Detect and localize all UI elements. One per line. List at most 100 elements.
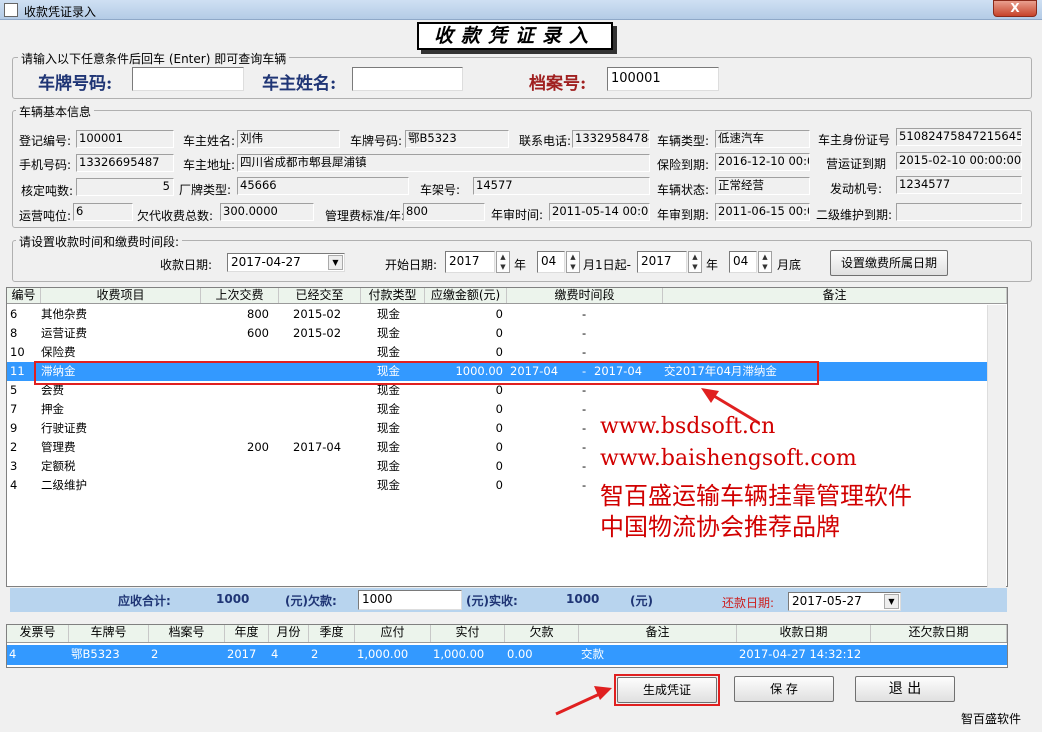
end-month-spinner[interactable]: ▲ ▼ (758, 251, 772, 273)
col-owe[interactable]: 欠款 (505, 625, 579, 642)
item-no: 6 (10, 307, 18, 321)
year-label-2: 年 (706, 258, 719, 272)
start-date-label: 开始日期: (385, 258, 438, 272)
plate-search-input[interactable] (132, 67, 244, 91)
item-due: 0 (495, 326, 503, 340)
item-paid-to: 2017-04 (293, 440, 342, 454)
save-button[interactable]: 保 存 (734, 676, 834, 702)
item-name: 行驶证费 (41, 421, 87, 435)
col-actual[interactable]: 实付 (431, 625, 505, 642)
item-due: 0 (495, 421, 503, 435)
annotation-box (614, 674, 720, 706)
col-plate[interactable]: 车牌号 (69, 625, 149, 642)
owe-input[interactable]: 1000 (358, 590, 462, 610)
archive-search-input[interactable]: 100001 (607, 67, 719, 91)
table-row[interactable]: 4 鄂B5323 2 2017 4 2 1,000.00 1,000.00 0.00 交款 2017… (7, 645, 1007, 665)
table-row[interactable]: 7 押金 现金 0 - (7, 400, 987, 419)
item-period-sep: - (582, 307, 587, 321)
col-paid-to[interactable]: 已经交至 (279, 288, 361, 303)
start-month-input[interactable]: 04 (537, 251, 565, 273)
col-payable[interactable]: 应付 (355, 625, 431, 642)
item-no: 2 (10, 440, 18, 454)
item-pay-type: 现金 (377, 326, 400, 340)
col-invoice[interactable]: 发票号 (7, 625, 69, 642)
fee-items-scrollbar[interactable] (987, 305, 1006, 587)
item-pay-type: 现金 (377, 402, 400, 416)
receipts-grid[interactable]: 发票号 车牌号 档案号 年度 月份 季度 应付 实付 欠款 备注 收款日期 还欠… (6, 624, 1008, 668)
rc-month: 4 (271, 647, 279, 661)
item-period-sep: - (582, 402, 587, 416)
rc-plate: 鄂B5323 (71, 647, 120, 661)
col-quarter[interactable]: 季度 (309, 625, 355, 642)
owner-id-field: 510824758472156455 (896, 128, 1022, 146)
page-banner: 收款凭证录入 (417, 22, 613, 50)
close-button[interactable]: X (993, 0, 1037, 17)
item-due: 0 (495, 440, 503, 454)
insurance-expiry-field: 2016-12-10 00:00 (715, 153, 810, 171)
item-paid-to: 2015-02 (293, 307, 342, 321)
fee-items-grid[interactable]: 编号 收费项目 上次交费 已经交至 付款类型 应缴金额(元) 缴费时间段 备注 … (6, 287, 1008, 587)
end-month-input[interactable]: 04 (729, 251, 757, 273)
total-due-value: 1000 (216, 592, 250, 606)
start-year-spinner[interactable]: ▲ ▼ (496, 251, 510, 273)
mobile-label: 手机号码: (19, 158, 72, 172)
frame-no-label: 车架号: (420, 183, 461, 197)
vehicle-status-label: 车辆状态: (657, 183, 710, 197)
col-pay-type[interactable]: 付款类型 (361, 288, 425, 303)
mgmt-fee-label: 管理费标准/年: (325, 209, 406, 223)
col-period[interactable]: 缴费时间段 (507, 288, 663, 303)
period-legend: 请设置收款时间和缴费时间段: (16, 233, 183, 250)
item-due: 0 (495, 345, 503, 359)
rc-payable: 1,000.00 (357, 647, 409, 661)
vehicle-legend: 车辆基本信息 (16, 103, 95, 120)
item-name: 定额税 (41, 459, 76, 473)
audit-time-label: 年审时间: (491, 208, 544, 222)
brand-type-label: 厂牌类型: (179, 183, 232, 197)
item-no: 10 (10, 345, 25, 359)
item-due: 0 (495, 307, 503, 321)
col-collect-date[interactable]: 收款日期 (737, 625, 871, 642)
col-year[interactable]: 年度 (225, 625, 269, 642)
rc-invoice: 4 (9, 647, 17, 661)
maintenance-expiry-label: 二级维护到期: (816, 208, 893, 222)
app-icon (4, 3, 18, 17)
item-pay-type: 现金 (377, 307, 400, 321)
operation-cert-expiry-field: 2015-02-10 00:00:00 (896, 152, 1022, 170)
col-last-paid[interactable]: 上次交费 (201, 288, 279, 303)
table-row[interactable]: 8 运营证费 600 2015-02 现金 0 - (7, 324, 987, 343)
insurance-expiry-label: 保险到期: (657, 158, 710, 172)
col-remark[interactable]: 备注 (579, 625, 737, 642)
chevron-down-icon[interactable]: ▼ (884, 594, 899, 609)
end-year-spinner[interactable]: ▲ ▼ (688, 251, 702, 273)
table-row[interactable]: 10 保险费 现金 0 - (7, 343, 987, 362)
chevron-down-icon[interactable]: ▼ (328, 255, 343, 270)
col-repay-date[interactable]: 还欠款日期 (871, 625, 1007, 642)
start-year-input[interactable]: 2017 (445, 251, 495, 273)
end-year-input[interactable]: 2017 (637, 251, 687, 273)
start-month-spinner[interactable]: ▲ ▼ (566, 251, 580, 273)
frame-no-field: 14577 (473, 177, 650, 195)
col-due[interactable]: 应缴金额(元) (425, 288, 507, 303)
query-legend: 请输入以下任意条件后回车 (Enter) 即可查询车辆 (18, 50, 290, 67)
item-pay-type: 现金 (377, 345, 400, 359)
col-archive[interactable]: 档案号 (149, 625, 225, 642)
col-item[interactable]: 收费项目 (41, 288, 201, 303)
paid-value: 1000 (566, 592, 600, 606)
audit-time-field: 2011-05-14 00:00 (549, 203, 650, 221)
table-row[interactable]: 9 行驶证费 现金 0 - (7, 419, 987, 438)
engine-no-label: 发动机号: (830, 182, 883, 196)
op-tonnage-label: 运营吨位: (19, 209, 72, 223)
col-month[interactable]: 月份 (269, 625, 309, 642)
owner-search-input[interactable] (352, 67, 463, 91)
col-note[interactable]: 备注 (663, 288, 1007, 303)
tons-field: 5 (76, 178, 174, 196)
table-row[interactable]: 6 其他杂费 800 2015-02 现金 0 - (7, 305, 987, 324)
watermark-brand: 中国物流协会推荐品牌 (600, 513, 840, 541)
set-fee-period-button[interactable]: 设置缴费所属日期 (830, 250, 948, 276)
col-no[interactable]: 编号 (7, 288, 41, 303)
item-name: 押金 (41, 402, 64, 416)
maintenance-expiry-field (896, 203, 1022, 221)
item-due: 0 (495, 459, 503, 473)
exit-button[interactable]: 退 出 (855, 676, 955, 702)
total-due-label: 应收合计: (118, 594, 171, 608)
